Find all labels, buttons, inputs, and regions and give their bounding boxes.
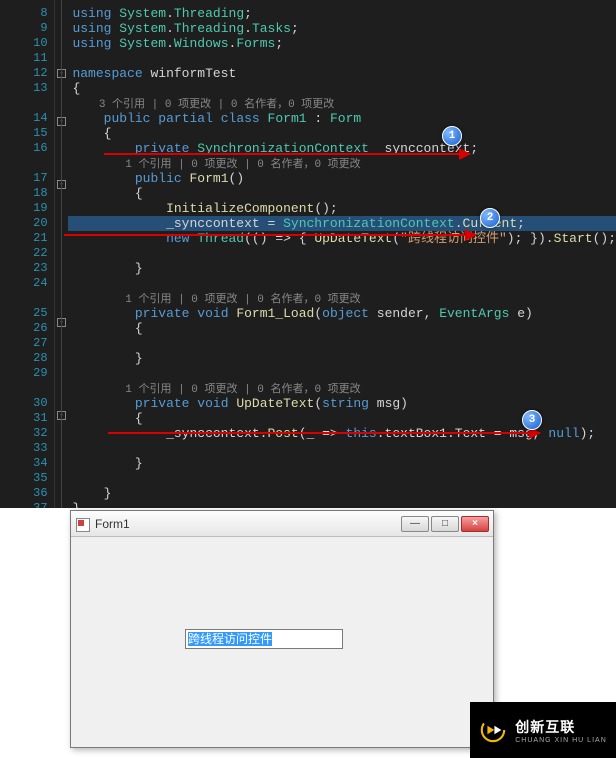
code-line[interactable]: using System.Threading.Tasks; (68, 21, 616, 36)
line-number: 37 (0, 501, 54, 508)
window-buttons: — □ × (401, 516, 489, 532)
code-line[interactable]: public partial class Form1 : Form (68, 111, 616, 126)
line-number (0, 96, 54, 111)
annotation-badge-3: 3 (522, 410, 542, 430)
textbox1-value: 跨线程访问控件 (188, 632, 272, 646)
line-number: 13 (0, 81, 54, 96)
watermark: 创新互联 CHUANG XIN HU LIAN (470, 702, 616, 758)
textbox1[interactable]: 跨线程访问控件 (185, 629, 343, 649)
code-line[interactable]: { (68, 81, 616, 96)
code-line[interactable] (68, 336, 616, 351)
code-line[interactable]: 1 个引用 | 0 项更改 | 0 名作者，0 项更改 (68, 291, 616, 306)
line-number: 21 (0, 231, 54, 246)
line-number: 8 (0, 6, 54, 21)
annotation-badge-2: 2 (480, 208, 500, 228)
code-line[interactable]: } (68, 501, 616, 508)
code-line[interactable]: namespace winformTest (68, 66, 616, 81)
form1-window: Form1 — □ × 跨线程访问控件 (70, 510, 494, 748)
line-number: 32 (0, 426, 54, 441)
code-line[interactable]: public Form1() (68, 171, 616, 186)
code-line[interactable] (68, 366, 616, 381)
line-number: 9 (0, 21, 54, 36)
line-number: 12 (0, 66, 54, 81)
line-number: 31 (0, 411, 54, 426)
line-number: 20 (0, 216, 54, 231)
code-line[interactable]: private void UpDateText(string msg) (68, 396, 616, 411)
line-number: 25 (0, 306, 54, 321)
maximize-button[interactable]: □ (431, 516, 459, 532)
line-number-gutter: 8910111213 141516 1718192021222324 25262728… (0, 0, 55, 508)
line-number (0, 291, 54, 306)
line-number (0, 381, 54, 396)
code-line[interactable]: using System.Windows.Forms; (68, 36, 616, 51)
app-icon (75, 517, 89, 531)
code-line[interactable]: private void Form1_Load(object sender, E… (68, 306, 616, 321)
line-number: 19 (0, 201, 54, 216)
line-number: 24 (0, 276, 54, 291)
client-area: 跨线程访问控件 (71, 537, 493, 747)
line-number: 35 (0, 471, 54, 486)
annotation-arrow-3 (108, 432, 540, 434)
line-number: 33 (0, 441, 54, 456)
line-number (0, 156, 54, 171)
code-line[interactable]: } (68, 351, 616, 366)
line-number: 22 (0, 246, 54, 261)
line-number: 11 (0, 51, 54, 66)
code-line[interactable]: _synccontext = SynchronizationContext.Cu… (68, 216, 616, 231)
code-line[interactable]: } (68, 261, 616, 276)
line-number: 29 (0, 366, 54, 381)
code-line[interactable]: 1 个引用 | 0 项更改 | 0 名作者，0 项更改 (68, 156, 616, 171)
annotation-badge-1: 1 (442, 126, 462, 146)
line-number: 30 (0, 396, 54, 411)
line-number: 27 (0, 336, 54, 351)
code-line[interactable] (68, 276, 616, 291)
code-line[interactable]: { (68, 186, 616, 201)
minimize-button[interactable]: — (401, 516, 429, 532)
watermark-cn: 创新互联 (515, 717, 607, 737)
line-number: 28 (0, 351, 54, 366)
code-line[interactable]: { (68, 126, 616, 141)
window-title: Form1 (95, 517, 130, 531)
fold-column: ----- (55, 0, 69, 508)
code-line[interactable] (68, 246, 616, 261)
code-line[interactable] (68, 441, 616, 456)
code-line[interactable]: { (68, 321, 616, 336)
code-line[interactable]: } (68, 486, 616, 501)
annotation-arrow-1 (104, 153, 470, 155)
watermark-en: CHUANG XIN HU LIAN (515, 737, 607, 744)
code-line[interactable] (68, 471, 616, 486)
watermark-logo-icon (479, 716, 507, 744)
line-number: 14 (0, 111, 54, 126)
code-line[interactable] (68, 51, 616, 66)
close-button[interactable]: × (461, 516, 489, 532)
code-line[interactable]: } (68, 456, 616, 471)
annotation-arrow-2 (64, 234, 476, 236)
line-number: 34 (0, 456, 54, 471)
line-number: 36 (0, 486, 54, 501)
code-line[interactable]: InitializeComponent(); (68, 201, 616, 216)
line-number: 23 (0, 261, 54, 276)
code-line[interactable]: using System.Threading; (68, 6, 616, 21)
code-line[interactable]: 1 个引用 | 0 项更改 | 0 名作者，0 项更改 (68, 381, 616, 396)
titlebar[interactable]: Form1 — □ × (71, 511, 493, 537)
line-number: 17 (0, 171, 54, 186)
line-number: 16 (0, 141, 54, 156)
line-number: 15 (0, 126, 54, 141)
code-line[interactable]: 3 个引用 | 0 项更改 | 0 名作者，0 项更改 (68, 96, 616, 111)
line-number: 26 (0, 321, 54, 336)
line-number: 18 (0, 186, 54, 201)
line-number: 10 (0, 36, 54, 51)
